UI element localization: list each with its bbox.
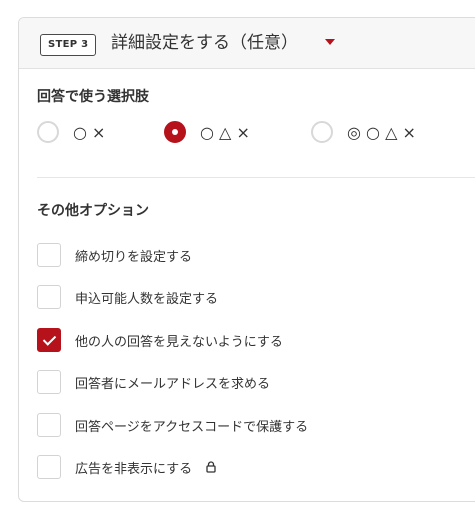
- option-label: 締め切りを設定する: [75, 249, 193, 265]
- radio-option-circle-triangle-cross[interactable]: ○ △ ×: [164, 119, 250, 145]
- other-options-title: その他オプション: [37, 203, 149, 219]
- lock-icon: [206, 461, 216, 473]
- checkbox-checked[interactable]: [37, 328, 61, 352]
- radio-button-selected[interactable]: [164, 121, 186, 143]
- option-label: 回答ページをアクセスコードで保護する: [75, 419, 309, 435]
- checkbox[interactable]: [37, 370, 61, 394]
- radio-button[interactable]: [311, 121, 333, 143]
- option-label: 申込可能人数を設定する: [75, 291, 219, 307]
- option-deadline[interactable]: 締め切りを設定する: [37, 242, 192, 268]
- checkbox[interactable]: [37, 455, 61, 479]
- radio-label: ○ △ ×: [200, 122, 250, 142]
- option-capacity[interactable]: 申込可能人数を設定する: [37, 284, 218, 310]
- step-3-card: STEP 3 詳細設定をする（任意） 回答で使う選択肢 ○ × ○ △ × ◎ …: [18, 17, 475, 502]
- option-require-email[interactable]: 回答者にメールアドレスを求める: [37, 369, 270, 395]
- caret-down-icon[interactable]: [325, 39, 335, 45]
- step-badge: STEP 3: [40, 34, 97, 56]
- option-label: 広告を非表示にする: [75, 461, 193, 477]
- radio-option-double-circle-circle-triangle-cross[interactable]: ◎ ○ △ ×: [311, 119, 416, 145]
- answer-choices-title: 回答で使う選択肢: [37, 89, 149, 105]
- checkbox[interactable]: [37, 243, 61, 267]
- option-label: 回答者にメールアドレスを求める: [75, 376, 271, 392]
- radio-button[interactable]: [37, 121, 59, 143]
- step-title[interactable]: 詳細設定をする（任意）: [111, 31, 298, 55]
- option-hide-ads[interactable]: 広告を非表示にする: [37, 454, 216, 480]
- checkbox[interactable]: [37, 413, 61, 437]
- checkbox[interactable]: [37, 285, 61, 309]
- option-hide-answers[interactable]: 他の人の回答を見えないようにする: [37, 327, 283, 353]
- option-label: 他の人の回答を見えないようにする: [75, 334, 283, 350]
- radio-label: ◎ ○ △ ×: [347, 122, 416, 142]
- radio-label: ○ ×: [73, 122, 106, 142]
- step-header[interactable]: STEP 3 詳細設定をする（任意）: [19, 18, 475, 69]
- section-divider: [37, 177, 475, 178]
- radio-option-circle-cross[interactable]: ○ ×: [37, 119, 105, 145]
- option-access-code[interactable]: 回答ページをアクセスコードで保護する: [37, 412, 308, 438]
